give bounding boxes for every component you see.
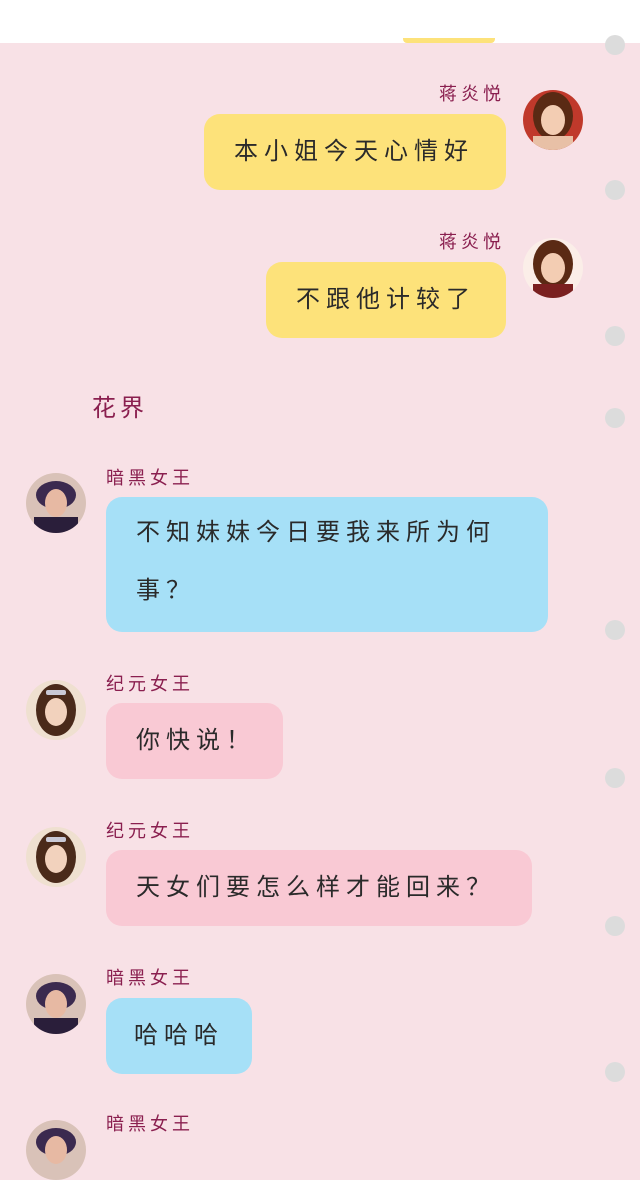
message-bubble[interactable]: 本小姐今天心情好 [204,114,506,190]
scroll-dot [605,768,625,788]
message-text: 天女们要怎么样才能回来？ [136,873,496,901]
sender-name: 暗黑女王 [106,468,194,489]
sender-name: 纪元女王 [106,821,194,842]
avatar-queen-icon [26,473,86,533]
avatar-queen-icon [26,974,86,1034]
message-bubble[interactable]: 不跟他计较了 [266,262,506,338]
scroll-dot [605,408,625,428]
avatar-girl-tiara-icon [26,827,86,887]
message-bubble[interactable]: 天女们要怎么样才能回来？ [106,850,532,926]
message-text: 不跟他计较了 [296,285,476,313]
top-bar [0,0,640,43]
avatar[interactable] [26,974,86,1034]
sender-name: 蒋炎悦 [439,84,505,105]
scroll-dot [605,916,625,936]
message-text-line: 不知妹妹今日要我来所为何 [136,518,496,546]
message-bubble[interactable]: 你快说！ [106,703,283,779]
avatar-queen-icon [26,1120,86,1180]
sender-name: 暗黑女王 [106,1114,194,1135]
avatar[interactable] [26,473,86,533]
scroll-dot [605,326,625,346]
avatar[interactable] [26,827,86,887]
message-bubble[interactable]: 不知妹妹今日要我来所为何 事？ [106,497,548,632]
sender-name: 暗黑女王 [106,968,194,989]
avatar[interactable] [523,238,583,298]
scroll-dot [605,180,625,200]
previous-message-bubble-edge [403,38,495,43]
sender-name: 纪元女王 [106,674,194,695]
message-bubble[interactable]: 哈哈哈 [106,998,252,1074]
avatar[interactable] [26,1120,86,1180]
avatar-woman-icon [523,238,583,298]
avatar[interactable] [523,90,583,150]
scroll-dot [605,620,625,640]
scroll-dot [605,35,625,55]
avatar-woman-icon [523,90,583,150]
message-text: 哈哈哈 [134,1021,224,1049]
scroll-dot [605,1062,625,1082]
message-text: 本小姐今天心情好 [234,137,474,165]
section-title: 花界 [92,394,148,422]
message-text-line: 事？ [136,576,196,604]
avatar-girl-tiara-icon [26,680,86,740]
message-text: 你快说！ [136,726,256,754]
avatar[interactable] [26,680,86,740]
sender-name: 蒋炎悦 [439,232,505,253]
